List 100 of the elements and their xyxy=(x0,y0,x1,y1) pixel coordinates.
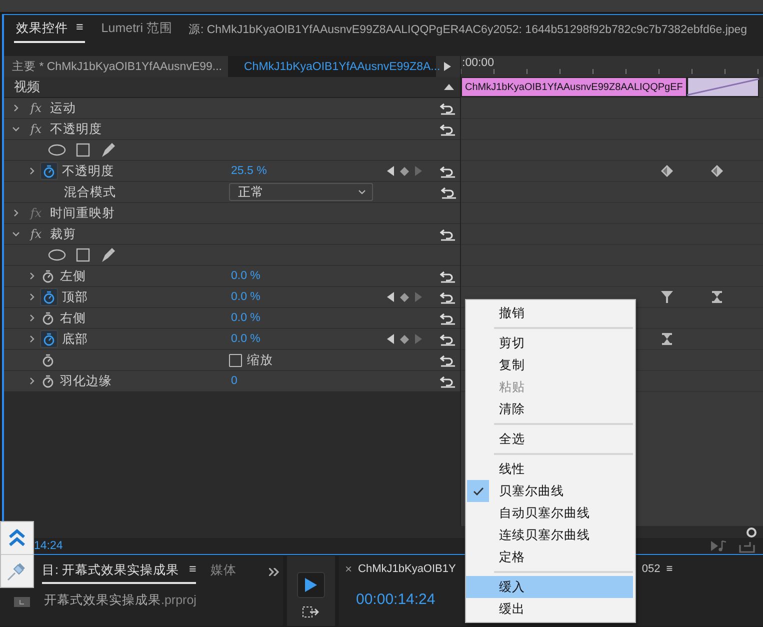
reset-icon[interactable] xyxy=(440,101,456,115)
chevron-down-icon[interactable] xyxy=(12,230,20,238)
reset-icon[interactable] xyxy=(440,374,456,388)
keyframe-icon[interactable] xyxy=(661,165,673,177)
selection-tool-button[interactable] xyxy=(297,572,325,598)
fx-icon[interactable]: fx xyxy=(26,122,46,136)
chevron-right-icon[interactable] xyxy=(28,377,36,385)
current-timecode: 14:24 xyxy=(34,540,63,552)
chevron-right-icon[interactable] xyxy=(28,314,36,322)
stopwatch-icon[interactable] xyxy=(40,288,58,306)
chevron-right-icon[interactable] xyxy=(28,335,36,343)
effect-name: 不透明度 xyxy=(50,120,102,138)
previous-keyframe-icon[interactable] xyxy=(386,334,394,344)
panel-tab[interactable]: 媒体 xyxy=(210,562,236,584)
menu-item[interactable]: 复制 xyxy=(466,354,635,376)
menu-item[interactable]: 全选 xyxy=(466,428,635,450)
stopwatch-icon[interactable] xyxy=(40,330,58,348)
add-keyframe-icon[interactable] xyxy=(400,292,408,302)
stopwatch-icon[interactable] xyxy=(40,162,58,180)
property-value[interactable]: 0.0 % xyxy=(229,312,372,324)
reset-icon[interactable] xyxy=(440,227,456,241)
reset-icon[interactable] xyxy=(441,185,457,199)
reset-icon[interactable] xyxy=(440,290,456,304)
play-audio-icon[interactable] xyxy=(711,540,727,552)
fx-icon[interactable]: fx xyxy=(26,227,46,241)
property-value[interactable]: 0 xyxy=(229,375,372,387)
fx-icon[interactable]: fx xyxy=(26,101,46,115)
panel-tab[interactable]: 效果控件 ≡ xyxy=(14,20,86,43)
menu-item[interactable]: 缓入 xyxy=(466,576,633,598)
chevron-right-icon[interactable] xyxy=(28,272,36,280)
folder-icon xyxy=(14,594,30,606)
menu-item[interactable]: 撤销 xyxy=(466,302,635,324)
source-label: 源: ChMkJ1bKyaOIB1YfAAusnvE99Z8AALIQQPgER4AC6y2052: 1644b51298f92b782c9c7b7382ebfd6e.jpeg xyxy=(188,22,748,38)
add-keyframe-icon[interactable] xyxy=(400,166,408,176)
panel-menu-icon[interactable]: ≡ xyxy=(666,563,673,575)
previous-keyframe-icon[interactable] xyxy=(386,166,394,176)
timeline-clip[interactable]: ChMkJ1bKyaOIB1YfAAusnvE99Z8AALIQQPgEF xyxy=(461,77,687,97)
checkbox[interactable] xyxy=(229,354,242,366)
property-name: 左侧 xyxy=(60,268,86,284)
property-value[interactable]: 0.0 % xyxy=(229,291,372,303)
menu-item[interactable]: 缓出 xyxy=(466,598,635,620)
reset-icon[interactable] xyxy=(440,269,456,283)
rectangle-mask-icon[interactable] xyxy=(76,143,90,157)
play-icon[interactable] xyxy=(444,62,450,71)
chevron-down-icon xyxy=(358,189,366,195)
program-tab-label-end: 052 xyxy=(642,563,660,575)
reset-icon[interactable] xyxy=(440,122,456,136)
property-value[interactable]: 0.0 % xyxy=(229,333,372,345)
pen-icon[interactable] xyxy=(100,142,116,158)
stopwatch-icon[interactable] xyxy=(40,268,56,284)
stopwatch-icon[interactable] xyxy=(40,352,56,368)
reset-icon[interactable] xyxy=(440,164,456,178)
menu-item[interactable]: 清除 xyxy=(466,398,635,420)
reset-icon[interactable] xyxy=(440,353,456,367)
property-name: 底部 xyxy=(62,330,88,348)
add-keyframe-icon[interactable] xyxy=(400,334,408,344)
double-chevron-up-icon[interactable] xyxy=(7,528,27,548)
menu-item[interactable]: 线性 xyxy=(466,458,635,480)
menu-item[interactable]: 自动贝塞尔曲线 xyxy=(466,502,635,524)
transition-clip[interactable] xyxy=(686,77,759,97)
pen-icon[interactable] xyxy=(100,247,116,263)
effect-name: 时间重映射 xyxy=(50,204,115,222)
ellipse-mask-icon[interactable] xyxy=(48,249,66,261)
track-select-icon[interactable] xyxy=(302,606,320,618)
hourglass-icon[interactable] xyxy=(661,333,673,345)
reset-icon[interactable] xyxy=(440,311,456,325)
previous-keyframe-icon[interactable] xyxy=(386,292,394,302)
program-tab-label[interactable]: ChMkJ1bKyaOIB1Y xyxy=(358,563,456,575)
stopwatch-icon[interactable] xyxy=(40,310,56,326)
property-value[interactable]: 25.5 % xyxy=(229,165,372,177)
ellipse-mask-icon[interactable] xyxy=(48,144,66,156)
section-label: 视频 xyxy=(14,78,40,96)
panel-tab[interactable]: Lumetri 范围 xyxy=(99,20,174,43)
menu-item[interactable]: 连续贝塞尔曲线 xyxy=(466,524,635,546)
chevron-right-icon[interactable] xyxy=(28,167,36,175)
chevron-down-icon[interactable] xyxy=(12,125,20,133)
chevron-right-icon[interactable] xyxy=(12,209,20,217)
program-timecode[interactable]: 00:00:14:24 xyxy=(356,591,436,608)
keyframe-icon[interactable] xyxy=(661,291,673,303)
property-name: 羽化边缘 xyxy=(60,372,112,390)
property-name: 右侧 xyxy=(60,310,86,326)
property-name: 不透明度 xyxy=(62,162,114,180)
menu-item[interactable]: 贝塞尔曲线 xyxy=(466,480,635,502)
hourglass-icon[interactable] xyxy=(711,291,723,303)
more-panels-icon[interactable] xyxy=(269,568,279,576)
master-clip-label[interactable]: 主要 * ChMkJ1bKyaOIB1YfAAusnvE99... xyxy=(4,59,228,74)
property-value[interactable]: 0.0 % xyxy=(229,270,372,282)
menu-item[interactable]: 定格 xyxy=(466,546,635,568)
keyframe-icon[interactable] xyxy=(711,165,723,177)
reset-icon[interactable] xyxy=(440,332,456,346)
menu-item[interactable]: 剪切 xyxy=(466,332,635,354)
close-tab-icon[interactable]: × xyxy=(345,562,352,576)
panel-tab[interactable]: 目: 开幕式效果实操成果 ≡ xyxy=(42,562,196,584)
stopwatch-icon[interactable] xyxy=(40,373,56,389)
chevron-right-icon[interactable] xyxy=(28,293,36,301)
chevron-right-icon[interactable] xyxy=(12,104,20,112)
scrollbar-handle-icon[interactable] xyxy=(746,526,757,538)
blend-mode-dropdown[interactable]: 正常 xyxy=(229,183,373,201)
rectangle-mask-icon[interactable] xyxy=(76,248,90,262)
collapse-icon[interactable] xyxy=(444,84,454,90)
